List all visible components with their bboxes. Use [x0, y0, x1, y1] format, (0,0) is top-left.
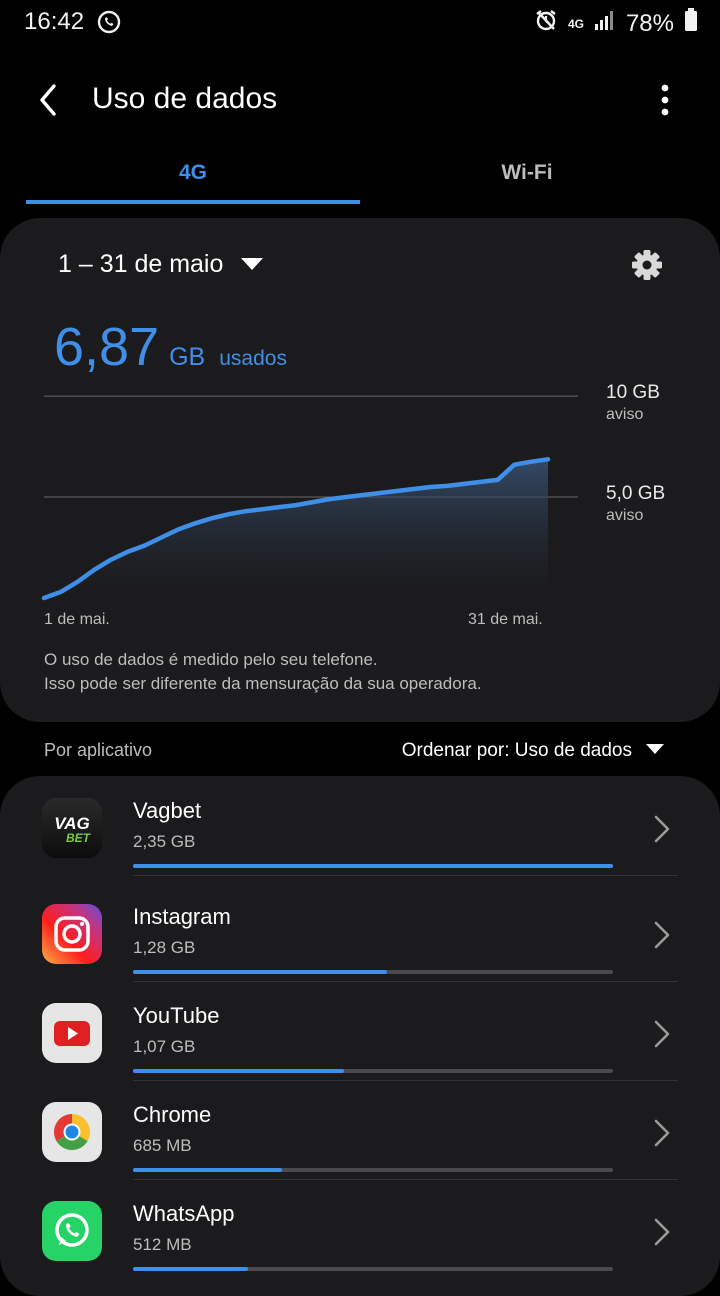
- usage-area: [44, 459, 548, 598]
- tab-wifi[interactable]: Wi-Fi: [360, 150, 694, 204]
- usage-bar-fill: [133, 1168, 282, 1172]
- gridline-sub: aviso: [606, 506, 644, 524]
- list-item-instagram[interactable]: Instagram 1,28 GB: [0, 882, 720, 982]
- gridline-value: 5,0 GB: [606, 483, 666, 505]
- list-item-youtube[interactable]: YouTube 1,07 GB: [0, 981, 720, 1081]
- tab-4g-label: 4G: [178, 161, 207, 184]
- alarm-icon: [534, 8, 558, 39]
- period-selector[interactable]: 1 – 31 de maio: [58, 250, 264, 279]
- page-title: Uso de dados: [92, 82, 278, 115]
- app-list-header: Por aplicativo Ordenar por: Uso de dados: [0, 732, 720, 772]
- usage-used-label: usados: [219, 347, 287, 370]
- usage-bar: [133, 1168, 613, 1172]
- tab-active-indicator: [26, 200, 360, 204]
- x-axis-end-label: 31 de mai.: [468, 611, 543, 628]
- app-usage: 1,28 GB: [133, 938, 196, 957]
- period-label: 1 – 31 de maio: [58, 250, 224, 278]
- usage-bar-fill: [133, 864, 613, 868]
- app-bar: Uso de dados: [0, 60, 720, 140]
- usage-bar: [133, 864, 613, 868]
- by-app-label: Por aplicativo: [44, 740, 153, 760]
- list-item-whatsapp[interactable]: WhatsApp 512 MB: [0, 1179, 720, 1279]
- measurement-note: O uso de dados é medido pelo seu telefon…: [44, 648, 482, 696]
- status-time: 16:42: [24, 8, 85, 35]
- x-axis-start-label: 1 de mai.: [44, 611, 110, 628]
- more-options-icon[interactable]: [650, 82, 680, 122]
- app-usage: 1,07 GB: [133, 1037, 196, 1056]
- app-name: Chrome: [133, 1102, 212, 1127]
- dropdown-arrow-icon: [241, 250, 264, 279]
- usage-bar: [133, 1069, 613, 1073]
- gridline-label-5gb: 5,0 GB aviso: [606, 483, 665, 525]
- list-item-chrome[interactable]: Chrome 685 MB: [0, 1080, 720, 1180]
- chevron-right-icon: [650, 920, 674, 950]
- app-name: YouTube: [133, 1003, 220, 1028]
- usage-bar-fill: [133, 1069, 345, 1073]
- battery-icon: [684, 8, 698, 39]
- usage-amount: 6,87: [54, 317, 160, 377]
- sort-selector[interactable]: Ordenar por: Uso de dados: [402, 740, 664, 762]
- usage-bar-fill: [133, 1267, 249, 1271]
- usage-bar-fill: [133, 970, 388, 974]
- dropdown-arrow-icon: [646, 740, 664, 762]
- instagram-icon: [42, 904, 102, 964]
- usage-bar: [133, 970, 613, 974]
- sort-label: Ordenar por: Uso de dados: [401, 740, 632, 761]
- svg-text:BET: BET: [66, 831, 92, 845]
- gear-icon[interactable]: [630, 248, 664, 282]
- signal-icon: [594, 9, 616, 38]
- network-tabs: 4G Wi-Fi: [26, 150, 694, 204]
- chevron-right-icon: [650, 1217, 674, 1247]
- network-type-label: 4G: [567, 16, 584, 31]
- chevron-right-icon: [650, 814, 674, 844]
- status-bar: 16:42 4G 78%: [0, 0, 720, 44]
- tab-4g[interactable]: 4G: [26, 150, 360, 204]
- gridline-label-10gb: 10 GB aviso: [606, 382, 660, 424]
- app-name: Vagbet: [133, 798, 202, 823]
- gridline-sub: aviso: [606, 405, 644, 423]
- app-name: WhatsApp: [133, 1201, 235, 1226]
- chevron-right-icon: [650, 1118, 674, 1148]
- note-line-2: Isso pode ser diferente da mensuração da…: [44, 674, 482, 693]
- list-item-vagbet[interactable]: VAG BET Vagbet 2,35 GB: [0, 776, 720, 876]
- app-name: Instagram: [133, 904, 231, 929]
- note-line-1: O uso de dados é medido pelo seu telefon…: [44, 650, 378, 669]
- back-arrow-icon[interactable]: [30, 82, 66, 118]
- chrome-icon: [42, 1102, 102, 1162]
- gridline-value: 10 GB: [606, 382, 660, 404]
- app-usage: 2,35 GB: [133, 832, 196, 851]
- app-usage: 685 MB: [133, 1136, 192, 1155]
- battery-percentage: 78%: [625, 9, 674, 37]
- youtube-icon: [42, 1003, 102, 1063]
- usage-unit: GB: [169, 343, 206, 371]
- whatsapp-notification-icon: [96, 9, 122, 40]
- vagbet-icon: VAG BET: [42, 798, 102, 858]
- chevron-right-icon: [650, 1019, 674, 1049]
- app-usage-list: VAG BET Vagbet 2,35 GB Instagram 1,28 GB: [0, 776, 720, 1296]
- app-usage: 512 MB: [133, 1235, 192, 1254]
- total-usage: 6,87 GB usados: [54, 316, 287, 378]
- usage-bar: [133, 1267, 613, 1271]
- usage-summary-card: 1 – 31 de maio 6,87 GB usados 10 GB avis…: [0, 218, 720, 722]
- tab-wifi-label: Wi-Fi: [501, 161, 553, 184]
- divider: [133, 875, 678, 876]
- whatsapp-icon: [42, 1201, 102, 1261]
